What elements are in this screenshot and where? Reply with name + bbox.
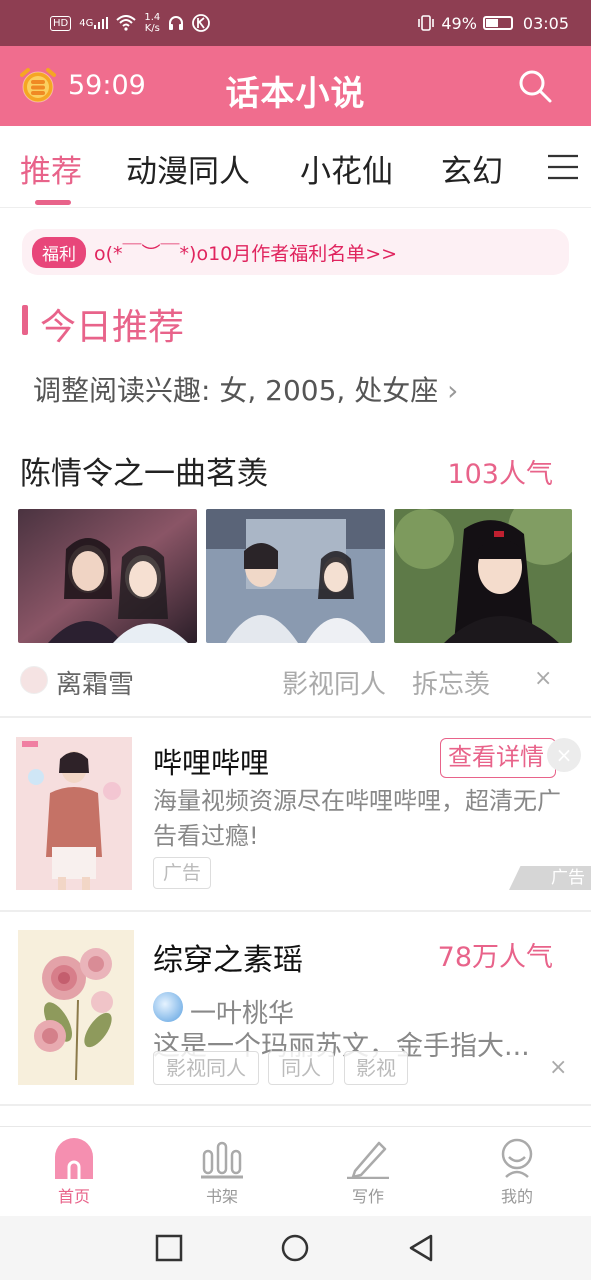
status-bar: HD 4G 1.4 K/s 49% 03:05 (0, 0, 591, 46)
story-title[interactable]: 综穿之素瑶 (153, 935, 303, 979)
dismiss-story-icon[interactable]: × (534, 666, 552, 691)
app-header: 59:09 话本小说 (0, 46, 591, 126)
story-tag[interactable]: 同人 (268, 1051, 334, 1085)
ad-corner-label: 广告 (509, 866, 591, 890)
headset-icon (169, 16, 184, 30)
pen-icon (347, 1141, 389, 1179)
active-tab-indicator (35, 200, 71, 205)
ad-corner-text: 广告 (551, 868, 585, 888)
ad-description: 海量视频资源尽在哔哩哔哩，超清无广告看过瘾! (153, 787, 561, 850)
category-tabs: 推荐 动漫同人 小花仙 玄幻 (0, 126, 591, 208)
menu-icon[interactable] (547, 154, 579, 180)
speed-unit: K/s (144, 23, 160, 34)
home-icon (55, 1138, 93, 1179)
tab-xiaohuaxian[interactable]: 小花仙 (300, 146, 393, 191)
signal-icon: 4G (79, 17, 109, 29)
back-icon[interactable] (405, 1232, 437, 1264)
divider (0, 716, 591, 718)
story-author[interactable]: 离霜雪 (56, 664, 134, 701)
system-navigation-bar (0, 1216, 591, 1280)
story-cover-image[interactable] (394, 509, 572, 643)
story-cover-image[interactable] (18, 509, 197, 643)
bookshelf-icon (201, 1141, 243, 1179)
tab-fantasy[interactable]: 玄幻 (441, 146, 503, 191)
author-avatar[interactable] (153, 992, 183, 1022)
recent-apps-icon[interactable] (153, 1232, 185, 1264)
story-tag[interactable]: 拆忘羡 (412, 664, 490, 701)
nav-profile[interactable]: 我的 (477, 1137, 557, 1207)
nav-label: 首页 (57, 1187, 90, 1206)
story-meta: 离霜雪 影视同人 拆忘羡 × (20, 662, 571, 702)
tab-recommend[interactable]: 推荐 (20, 146, 82, 191)
search-icon[interactable] (517, 68, 553, 104)
story-popularity: 103人气 (447, 459, 553, 490)
home-button-icon[interactable] (279, 1232, 311, 1264)
welfare-notice[interactable]: 福利 o(*￣︶￣*)o10月作者福利名单>> (22, 229, 569, 275)
profile-icon (501, 1138, 533, 1178)
story-tag[interactable]: 影视 (344, 1051, 408, 1085)
battery-icon (482, 16, 513, 30)
app-title: 话本小说 (225, 74, 366, 114)
reading-interest-text: 调整阅读兴趣: 女, 2005, 处女座 (33, 374, 439, 407)
nav-label: 书架 (205, 1187, 238, 1206)
story-popularity: 78万人气 (437, 942, 553, 973)
speed-value: 1.4 (144, 12, 161, 23)
bottom-navigation: 首页 书架 写作 我的 (0, 1126, 591, 1216)
k-app-icon (192, 14, 211, 32)
story-cover-image[interactable] (206, 509, 385, 643)
section-title: 今日推荐 (40, 307, 185, 348)
story-cover-image[interactable] (18, 930, 134, 1085)
ad-title[interactable]: 哔哩哔哩 (153, 740, 269, 782)
story-tag[interactable]: 影视同人 (153, 1051, 259, 1085)
welfare-notice-text: o(*￣︶￣*)o10月作者福利名单>> (94, 242, 398, 265)
author-avatar[interactable] (20, 666, 48, 694)
clock: 03:05 (522, 13, 569, 33)
ad-image[interactable] (16, 737, 132, 890)
ad-tag: 广告 (153, 857, 211, 889)
signal-label: 4G (79, 18, 94, 29)
network-speed: 1.4 K/s (144, 12, 160, 34)
view-details-button[interactable]: 查看详情 (440, 738, 556, 778)
ad-close-icon[interactable]: × (547, 738, 581, 772)
nav-label: 写作 (351, 1187, 384, 1206)
story-tag[interactable]: 影视同人 (282, 664, 386, 701)
nav-home[interactable]: 首页 (34, 1137, 114, 1207)
welfare-badge: 福利 (32, 236, 86, 268)
chevron-right-icon: › (447, 374, 459, 407)
wifi-icon (116, 15, 137, 31)
battery-percent: 49% (441, 13, 477, 33)
nav-bookshelf[interactable]: 书架 (182, 1137, 262, 1207)
story-title[interactable]: 陈情令之一曲茗羡 (20, 448, 268, 493)
vibrate-icon (418, 15, 435, 31)
hd-indicator: HD (50, 15, 72, 31)
divider (0, 1104, 591, 1106)
section-accent-bar (22, 305, 28, 335)
dismiss-story-icon[interactable]: × (549, 1055, 567, 1080)
nav-write[interactable]: 写作 (328, 1137, 408, 1207)
divider (0, 910, 591, 912)
reading-interest-link[interactable]: 调整阅读兴趣: 女, 2005, 处女座 › (33, 369, 458, 409)
nav-label: 我的 (500, 1187, 533, 1206)
tab-anime-fanfic[interactable]: 动漫同人 (126, 146, 250, 191)
